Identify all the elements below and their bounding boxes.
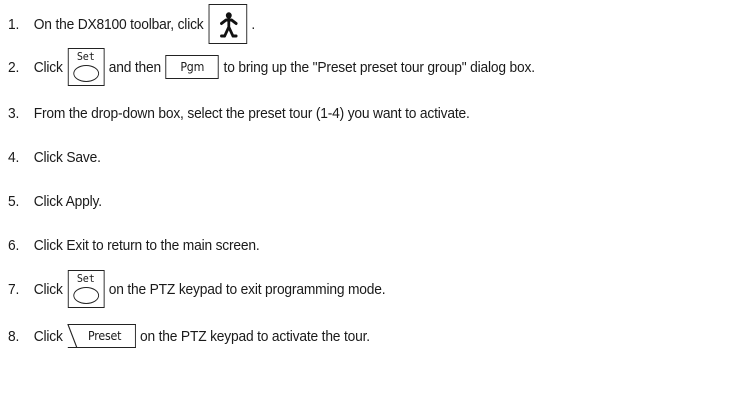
step-6: 6. Click Exit to return to the main scre… bbox=[8, 225, 260, 265]
step-number: 1. bbox=[8, 15, 20, 33]
preset-key-button[interactable]: Preset bbox=[66, 324, 136, 348]
step-number: 6. bbox=[8, 236, 20, 254]
key-oval-icon bbox=[72, 287, 99, 304]
set-key-button[interactable]: Set bbox=[67, 48, 105, 86]
preset-key-label: Preset bbox=[87, 329, 122, 343]
step-5: 5. Click Apply. bbox=[8, 181, 102, 221]
person-toolbar-button[interactable] bbox=[208, 4, 247, 44]
step-8: 8. Click Preset on the PTZ keypad to act… bbox=[8, 316, 370, 356]
step-1: 1. On the DX8100 toolbar, click . bbox=[8, 4, 255, 44]
step-3: 3. From the drop-down box, select the pr… bbox=[8, 93, 470, 133]
person-icon bbox=[219, 12, 238, 38]
step-text-middle: and then bbox=[108, 58, 161, 76]
step-number: 8. bbox=[8, 327, 20, 345]
set-key-label: Set bbox=[76, 50, 95, 63]
step-number: 2. bbox=[8, 58, 20, 76]
set-key-label: Set bbox=[76, 272, 95, 285]
step-number: 3. bbox=[8, 104, 20, 122]
step-number: 4. bbox=[8, 148, 20, 166]
step-text-end: to bring up the "Preset preset tour grou… bbox=[223, 58, 536, 76]
step-number: 7. bbox=[8, 280, 20, 298]
step-4: 4. Click Save. bbox=[8, 137, 101, 177]
step-text: Click Save. bbox=[33, 148, 101, 166]
step-7: 7. Click Set on the PTZ keypad to exit p… bbox=[8, 269, 386, 309]
instruction-steps: 1. On the DX8100 toolbar, click . 2. Cli… bbox=[0, 0, 756, 416]
step-text-end: . bbox=[251, 15, 256, 33]
set-key-button[interactable]: Set bbox=[67, 270, 105, 308]
step-text-end: on the PTZ keypad to exit programming mo… bbox=[108, 280, 386, 298]
step-number: 5. bbox=[8, 192, 20, 210]
step-text: Click bbox=[33, 58, 63, 76]
step-text: Click Apply. bbox=[33, 192, 102, 210]
pgm-key-label: Pgm bbox=[180, 60, 205, 74]
step-text-end: on the PTZ keypad to activate the tour. bbox=[140, 327, 370, 345]
pgm-key-button[interactable]: Pgm bbox=[165, 55, 219, 79]
step-text: From the drop-down box, select the prese… bbox=[33, 104, 470, 122]
step-text: Click Exit to return to the main screen. bbox=[33, 236, 260, 254]
step-2: 2. Click Set and then Pgm to bring up th… bbox=[8, 47, 535, 87]
step-text: Click bbox=[33, 280, 63, 298]
step-text: Click bbox=[33, 327, 63, 345]
step-text: On the DX8100 toolbar, click bbox=[33, 15, 204, 33]
key-oval-icon bbox=[72, 65, 99, 82]
